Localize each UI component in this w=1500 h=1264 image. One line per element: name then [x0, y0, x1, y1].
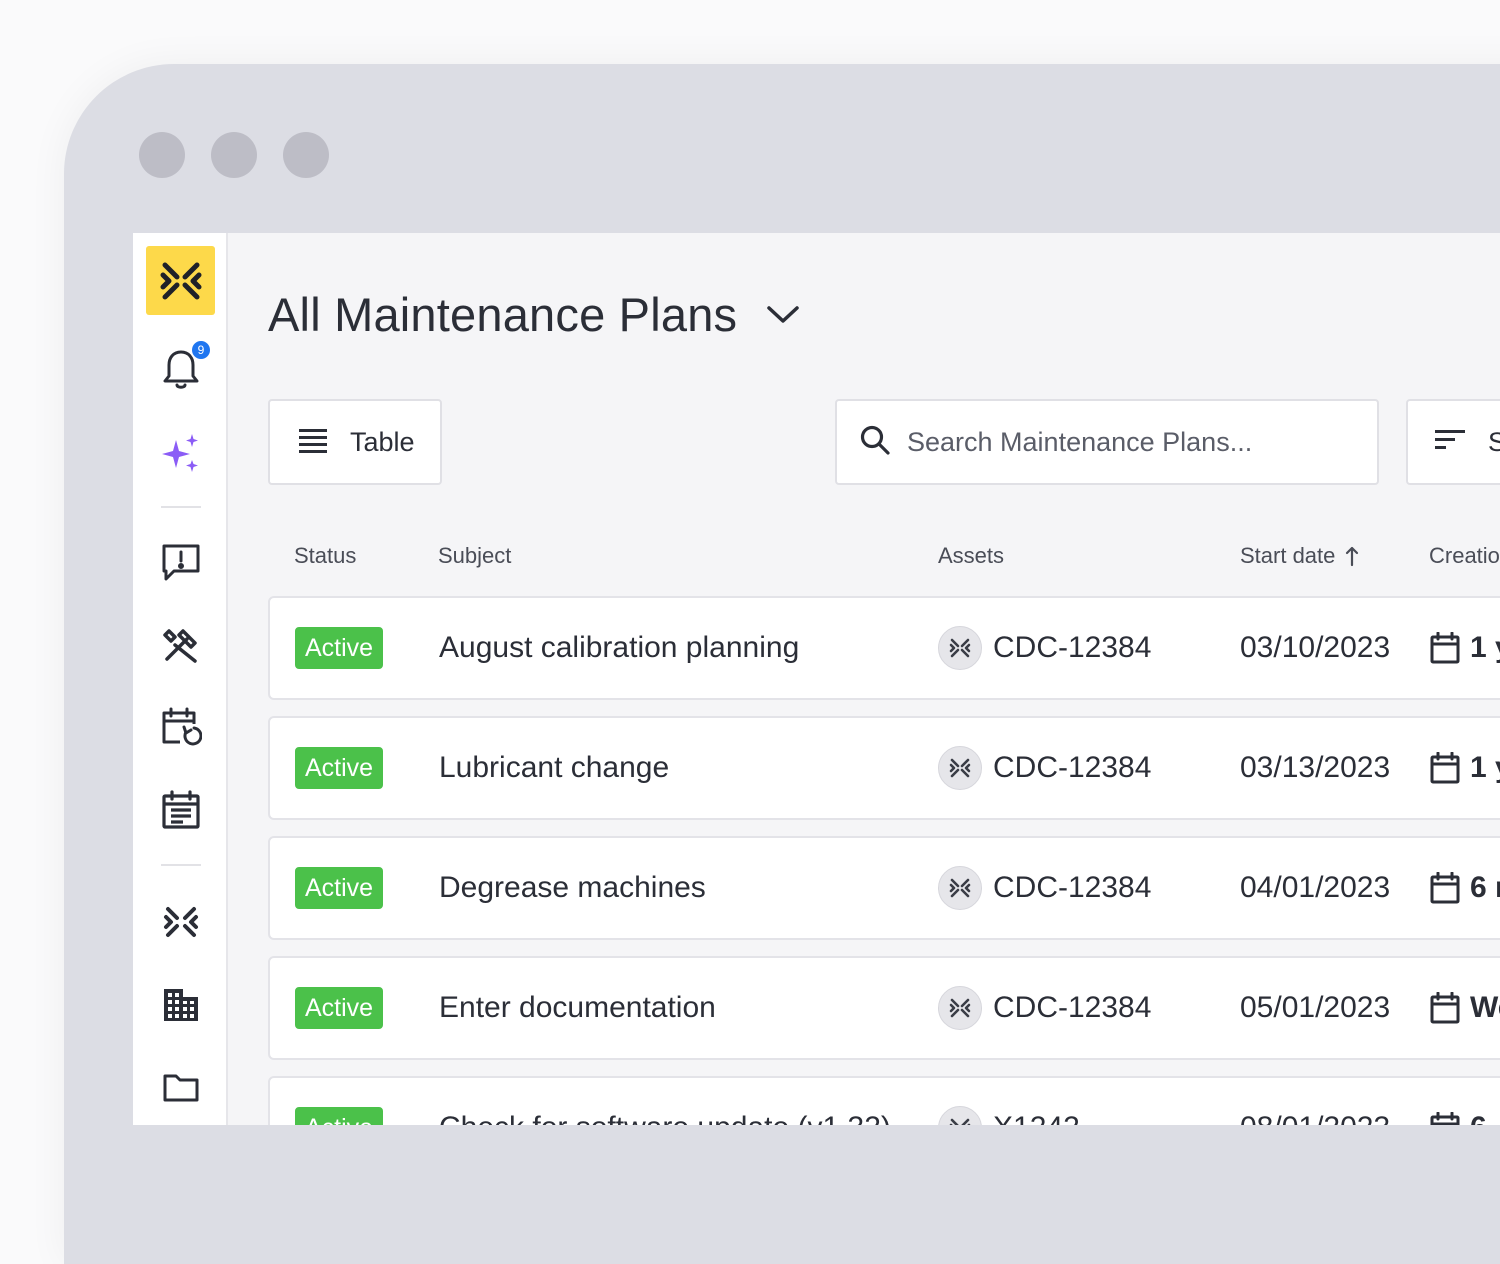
column-start-date-label: Start date — [1240, 543, 1336, 568]
creation-value: 6 m — [1470, 871, 1500, 904]
creation-value: 6 — [1470, 1111, 1487, 1125]
logo-icon[interactable] — [146, 246, 215, 315]
page-title: All Maintenance Plans — [268, 288, 738, 341]
window-dot-close[interactable] — [139, 132, 185, 178]
calendar-repeat-icon[interactable] — [157, 703, 205, 751]
subject-cell[interactable]: Enter documentation — [439, 958, 716, 1058]
sort-label: S — [1488, 426, 1500, 457]
list-icon — [298, 427, 328, 458]
creation-cell: 6 m — [1430, 838, 1500, 938]
subject-cell[interactable]: August calibration planning — [439, 598, 799, 698]
start-date-cell: 05/01/2023 — [1240, 991, 1391, 1024]
subject-cell[interactable]: Check for software update (v1.32) — [439, 1078, 891, 1125]
asset-cell[interactable]: CDC-12384 — [938, 958, 1151, 1058]
status-cell: Active — [295, 718, 384, 818]
sidebar: 9 — [133, 233, 228, 1125]
main-content: All Maintenance Plans Table Search Maint… — [228, 233, 1500, 1125]
creation-cell: We — [1430, 958, 1500, 1058]
search-input[interactable] — [907, 426, 1327, 458]
asset-icon — [938, 746, 982, 790]
search-icon — [859, 424, 891, 461]
column-status[interactable]: Status — [294, 543, 356, 569]
sort-button[interactable]: S — [1406, 399, 1500, 485]
asset-cell[interactable]: X1242 — [938, 1078, 1080, 1125]
asset-id: CDC-12384 — [993, 991, 1152, 1024]
column-creation[interactable]: Creatio — [1429, 543, 1500, 569]
sidebar-divider — [161, 864, 201, 866]
asset-icon — [938, 626, 982, 670]
page-header: All Maintenance Plans — [268, 287, 803, 342]
column-assets[interactable]: Assets — [938, 543, 1004, 569]
folder-icon[interactable] — [157, 1064, 205, 1112]
asset-icon[interactable] — [157, 898, 205, 946]
asset-id: CDC-12384 — [993, 631, 1152, 664]
creation-value: We — [1470, 991, 1500, 1024]
asset-icon — [938, 1106, 982, 1125]
status-cell: Active — [295, 598, 384, 698]
asset-cell[interactable]: CDC-12384 — [938, 838, 1151, 938]
start-date-cell: 03/10/2023 — [1240, 631, 1391, 664]
tools-icon[interactable] — [157, 621, 205, 669]
calendar-icon — [1430, 632, 1460, 664]
sparkles-icon[interactable] — [157, 429, 205, 477]
chevron-down-icon[interactable] — [763, 295, 803, 335]
arrow-up-icon — [1346, 546, 1359, 567]
creation-cell: 6 — [1430, 1078, 1487, 1125]
status-badge: Active — [295, 1107, 384, 1125]
subject-cell[interactable]: Lubricant change — [439, 718, 669, 818]
view-table-button[interactable]: Table — [268, 399, 442, 485]
table-header: Status Subject Assets Start date Creatio — [228, 543, 1500, 573]
asset-id: CDC-12384 — [993, 871, 1152, 904]
table-row[interactable]: Active Degrease machines CDC-12384 04/01/20… — [268, 836, 1500, 940]
window-dot-minimize[interactable] — [211, 132, 257, 178]
table-row[interactable]: Active Lubricant change CDC-12384 03/13/202… — [268, 716, 1500, 820]
table-row[interactable]: Active Check for software update (v1.32) X… — [268, 1076, 1500, 1125]
subject-cell[interactable]: Degrease machines — [439, 838, 706, 938]
creation-value: 1 y — [1470, 751, 1500, 784]
search-box[interactable] — [835, 399, 1379, 485]
asset-icon — [938, 986, 982, 1030]
asset-id: X1242 — [993, 1111, 1080, 1125]
status-cell: Active — [295, 1078, 384, 1125]
creation-cell: 1 y — [1430, 718, 1500, 818]
calendar-list-icon[interactable] — [157, 786, 205, 834]
message-alert-icon[interactable] — [157, 538, 205, 586]
column-subject[interactable]: Subject — [438, 543, 511, 569]
column-start-date[interactable]: Start date — [1240, 543, 1359, 569]
sort-icon — [1434, 428, 1466, 457]
asset-cell[interactable]: CDC-12384 — [938, 718, 1151, 818]
notification-count-badge: 9 — [190, 339, 212, 361]
status-badge: Active — [295, 627, 384, 669]
asset-cell[interactable]: CDC-12384 — [938, 598, 1151, 698]
calendar-icon — [1430, 1112, 1460, 1125]
start-date-cell: 08/01/2023 — [1240, 1078, 1390, 1125]
view-table-label: Table — [350, 426, 415, 457]
building-icon[interactable] — [157, 981, 205, 1029]
status-cell: Active — [295, 838, 384, 938]
start-date-cell: 04/01/2023 — [1240, 871, 1391, 904]
creation-value: 1 y — [1470, 631, 1500, 664]
creation-cell: 1 y — [1430, 598, 1500, 698]
table-row[interactable]: Active Enter documentation CDC-12384 05/01/… — [268, 956, 1500, 1060]
window-dot-maximize[interactable] — [283, 132, 329, 178]
calendar-icon — [1430, 752, 1460, 784]
status-badge: Active — [295, 867, 384, 909]
calendar-icon — [1430, 992, 1460, 1024]
status-cell: Active — [295, 958, 384, 1058]
asset-icon — [938, 866, 982, 910]
status-badge: Active — [295, 747, 384, 789]
status-badge: Active — [295, 987, 384, 1029]
sidebar-divider — [161, 506, 201, 508]
asset-id: CDC-12384 — [993, 751, 1152, 784]
start-date-cell: 03/13/2023 — [1240, 751, 1391, 784]
app-screen: 9 All Maintenance Plans Table Search Mai… — [133, 233, 1500, 1125]
table-row[interactable]: Active August calibration planning CDC-123… — [268, 596, 1500, 700]
calendar-icon — [1430, 872, 1460, 904]
